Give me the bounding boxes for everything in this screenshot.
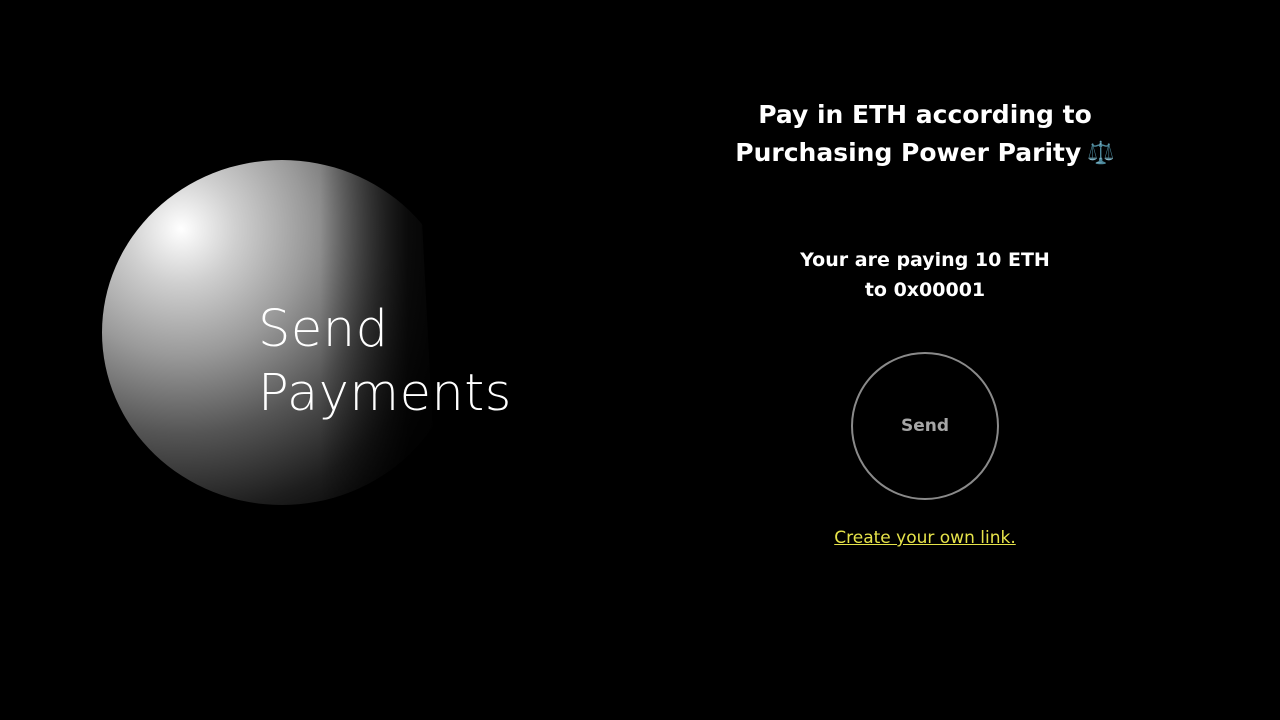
payment-recipient: to 0x00001 <box>864 279 986 301</box>
payment-panel: Pay in ETH according to Purchasing Power… <box>700 96 1150 548</box>
page-title: Pay in ETH according to Purchasing Power… <box>700 96 1150 173</box>
hero-line-payments: Payments <box>258 364 512 423</box>
send-button[interactable]: Send <box>851 352 999 500</box>
hero-heading: Send Payments <box>258 298 512 426</box>
scales-icon: ⚖️ <box>1087 141 1115 166</box>
hero-line-send: Send <box>258 300 389 359</box>
title-line-2: Purchasing Power Parity ⚖️ <box>700 134 1150 173</box>
title-line-2-text: Purchasing Power Parity <box>735 138 1082 167</box>
slide: Send Payments Pay in ETH according to Pu… <box>0 0 1280 720</box>
payment-amount: Your are paying 10 ETH <box>800 249 1050 271</box>
title-line-1: Pay in ETH according to <box>758 100 1092 129</box>
create-link[interactable]: Create your own link. <box>834 528 1015 548</box>
payment-summary: Your are paying 10 ETH to 0x00001 <box>700 245 1150 305</box>
